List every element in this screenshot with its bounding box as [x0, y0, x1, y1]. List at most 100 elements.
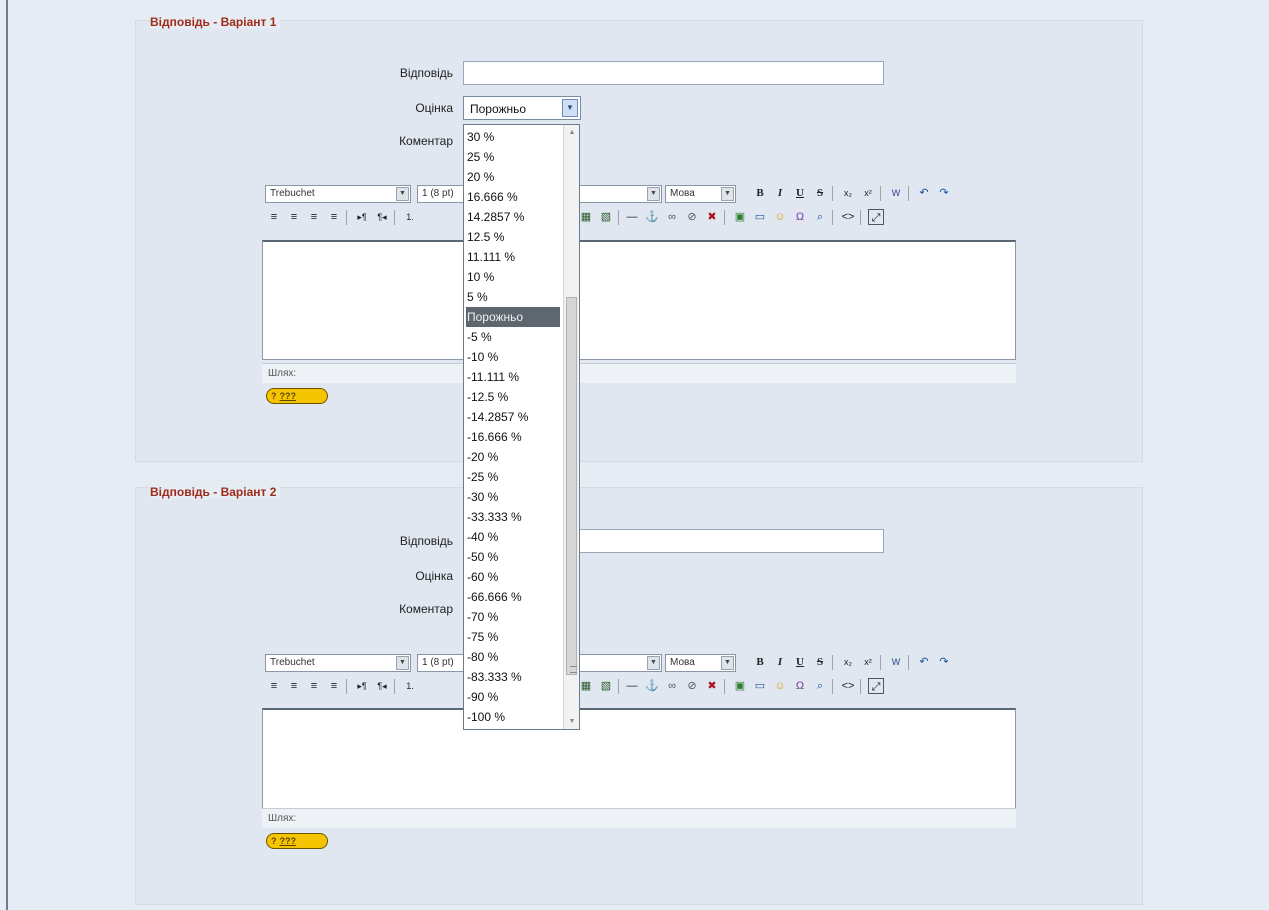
search-replace-icon[interactable]: ⌕ — [812, 209, 828, 225]
nolink-icon[interactable]: ✖ — [704, 209, 720, 225]
clean-word-icon[interactable]: W — [888, 654, 904, 670]
unlink-icon[interactable]: ⊘ — [684, 678, 700, 694]
grade-option[interactable]: -80 % — [466, 647, 498, 667]
table-icon[interactable]: ▭ — [752, 209, 768, 225]
help-button[interactable]: ???? — [266, 388, 328, 404]
answer-input[interactable] — [463, 61, 884, 85]
italic-icon[interactable]: I — [772, 654, 788, 670]
smiley-icon[interactable]: ☺ — [772, 678, 788, 694]
grade-option[interactable]: -5 % — [466, 327, 492, 347]
redo-icon[interactable]: ↷ — [936, 654, 952, 670]
hr-icon[interactable]: — — [624, 209, 640, 225]
grade-option[interactable]: -83.333 % — [466, 667, 522, 687]
align-center-icon[interactable]: ≡ — [286, 678, 302, 694]
align-left-icon[interactable]: ≡ — [266, 209, 282, 225]
grade-option[interactable]: 25 % — [466, 147, 494, 167]
align-left-icon[interactable]: ≡ — [266, 678, 282, 694]
unlink-icon[interactable]: ⊘ — [684, 209, 700, 225]
special-char-icon[interactable]: Ω — [792, 209, 808, 225]
search-replace-icon[interactable]: ⌕ — [812, 678, 828, 694]
language-select[interactable]: Мова ▼ — [665, 185, 736, 203]
grade-option[interactable]: -16.666 % — [466, 427, 522, 447]
align-right-icon[interactable]: ≡ — [306, 209, 322, 225]
bg-color-icon[interactable]: ▧ — [598, 678, 614, 694]
special-char-icon[interactable]: Ω — [792, 678, 808, 694]
rtl-icon[interactable]: ¶◂ — [374, 209, 390, 225]
subscript-icon[interactable]: x₂ — [840, 185, 856, 201]
text-color-icon[interactable]: ▦ — [578, 678, 594, 694]
font-family-select[interactable]: Trebuchet ▼ — [265, 185, 411, 203]
grade-option[interactable]: 10 % — [466, 267, 494, 287]
grade-option[interactable]: 11.111 % — [466, 247, 515, 267]
grade-option[interactable]: -12.5 % — [466, 387, 508, 407]
table-icon[interactable]: ▭ — [752, 678, 768, 694]
strikethrough-icon[interactable]: S — [812, 654, 828, 670]
comment-editor-area[interactable] — [262, 240, 1016, 360]
grade-option[interactable]: -10 % — [466, 347, 498, 367]
grade-option[interactable]: -90 % — [466, 687, 498, 707]
scrollbar-thumb[interactable] — [566, 297, 577, 675]
grade-select[interactable]: Порожньо ▼ — [463, 96, 581, 120]
language-select[interactable]: Мова ▼ — [665, 654, 736, 672]
link-icon[interactable]: ∞ — [664, 209, 680, 225]
strikethrough-icon[interactable]: S — [812, 185, 828, 201]
grade-option[interactable]: 20 % — [466, 167, 494, 187]
ltr-icon[interactable]: ▸¶ — [354, 678, 370, 694]
grade-dropdown-list[interactable]: 30 % 25 % 20 % 16.666 % 14.2857 % 12.5 % 11.11… — [463, 124, 580, 730]
smiley-icon[interactable]: ☺ — [772, 209, 788, 225]
grade-option[interactable]: 30 % — [466, 127, 494, 147]
image-icon[interactable]: ▣ — [732, 678, 748, 694]
redo-icon[interactable]: ↷ — [936, 185, 952, 201]
grade-option[interactable]: -11.111 % — [466, 367, 519, 387]
clean-word-icon[interactable]: W — [888, 185, 904, 201]
fullscreen-icon[interactable]: ⤢ — [868, 678, 884, 694]
text-color-icon[interactable]: ▦ — [578, 209, 594, 225]
bold-icon[interactable]: B — [752, 185, 768, 201]
underline-icon[interactable]: U — [792, 654, 808, 670]
superscript-icon[interactable]: x² — [860, 185, 876, 201]
grade-option[interactable]: -60 % — [466, 567, 498, 587]
undo-icon[interactable]: ↶ — [916, 654, 932, 670]
nolink-icon[interactable]: ✖ — [704, 678, 720, 694]
grade-option[interactable]: -70 % — [466, 607, 498, 627]
grade-option[interactable]: -20 % — [466, 447, 498, 467]
italic-icon[interactable]: I — [772, 185, 788, 201]
grade-option[interactable]: -50 % — [466, 547, 498, 567]
fullscreen-icon[interactable]: ⤢ — [868, 209, 884, 225]
grade-option[interactable]: -66.666 % — [466, 587, 522, 607]
grade-option[interactable]: 16.666 % — [466, 187, 518, 207]
bg-color-icon[interactable]: ▧ — [598, 209, 614, 225]
superscript-icon[interactable]: x² — [860, 654, 876, 670]
link-icon[interactable]: ∞ — [664, 678, 680, 694]
html-source-icon[interactable]: <> — [840, 209, 856, 225]
help-button[interactable]: ???? — [266, 833, 328, 849]
subscript-icon[interactable]: x₂ — [840, 654, 856, 670]
grade-option[interactable]: -30 % — [466, 487, 498, 507]
grade-option[interactable]: -100 % — [466, 707, 505, 727]
align-center-icon[interactable]: ≡ — [286, 209, 302, 225]
image-icon[interactable]: ▣ — [732, 209, 748, 225]
ordered-list-icon[interactable]: 1. — [402, 678, 418, 694]
rtl-icon[interactable]: ¶◂ — [374, 678, 390, 694]
grade-option[interactable]: -75 % — [466, 627, 498, 647]
bold-icon[interactable]: B — [752, 654, 768, 670]
grade-option[interactable]: 5 % — [466, 287, 488, 307]
underline-icon[interactable]: U — [792, 185, 808, 201]
undo-icon[interactable]: ↶ — [916, 185, 932, 201]
grade-option[interactable]: 12.5 % — [466, 227, 504, 247]
ltr-icon[interactable]: ▸¶ — [354, 209, 370, 225]
grade-option[interactable]: -33.333 % — [466, 507, 522, 527]
justify-icon[interactable]: ≡ — [326, 678, 342, 694]
align-right-icon[interactable]: ≡ — [306, 678, 322, 694]
hr-icon[interactable]: — — [624, 678, 640, 694]
justify-icon[interactable]: ≡ — [326, 209, 342, 225]
grade-option[interactable]: 14.2857 % — [466, 207, 524, 227]
grade-option[interactable]: -14.2857 % — [466, 407, 528, 427]
ordered-list-icon[interactable]: 1. — [402, 209, 418, 225]
scroll-down-icon[interactable]: ▼ — [567, 718, 577, 725]
grade-option[interactable]: Порожньо — [466, 307, 560, 327]
scroll-up-icon[interactable]: ▲ — [567, 129, 577, 136]
grade-option[interactable]: -40 % — [466, 527, 498, 547]
anchor-icon[interactable]: ⚓ — [644, 678, 660, 694]
html-source-icon[interactable]: <> — [840, 678, 856, 694]
